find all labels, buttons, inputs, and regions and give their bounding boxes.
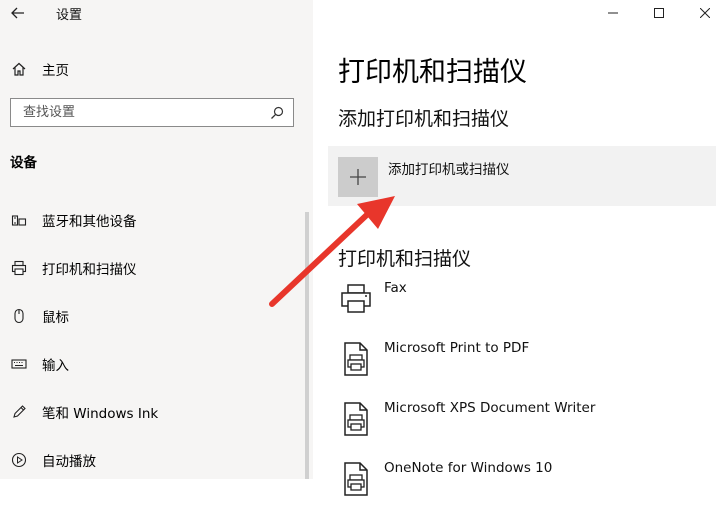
sidebar-item-mouse[interactable]: 鼠标 [0, 292, 313, 340]
pen-icon [10, 403, 28, 421]
document-printer-icon [338, 460, 374, 498]
printer-item-fax[interactable]: Fax [338, 276, 718, 336]
search-box [10, 98, 294, 127]
section-label-devices: 设备 [10, 155, 37, 171]
sidebar-item-typing[interactable]: 输入 [0, 340, 313, 388]
close-button[interactable] [682, 0, 728, 26]
maximize-icon [654, 8, 664, 18]
back-button[interactable] [6, 1, 30, 25]
printer-name: Microsoft Print to PDF [384, 340, 530, 356]
search-icon[interactable] [269, 105, 285, 121]
back-arrow-icon [11, 7, 24, 19]
sidebar-item-label: 打印机和扫描仪 [42, 262, 137, 278]
add-section-heading: 添加打印机和扫描仪 [338, 108, 510, 130]
plus-box [338, 157, 378, 197]
sidebar-nav: 蓝牙和其他设备 打印机和扫描仪 鼠标 输入 笔和 Windows Ink 自动播… [0, 196, 313, 479]
sidebar-item-printers[interactable]: 打印机和扫描仪 [0, 244, 313, 292]
app-title: 设置 [56, 8, 83, 23]
close-icon [700, 8, 710, 18]
home-label: 主页 [42, 63, 69, 79]
search-input[interactable] [21, 104, 269, 121]
sidebar-item-label: 自动播放 [42, 454, 96, 470]
mouse-icon [10, 307, 28, 325]
sidebar-item-bluetooth[interactable]: 蓝牙和其他设备 [0, 196, 313, 244]
sidebar-item-label: 输入 [42, 358, 69, 374]
home-icon [10, 60, 28, 78]
sidebar-home[interactable]: 主页 [0, 52, 313, 86]
fax-icon [338, 280, 374, 318]
plus-icon [350, 169, 366, 185]
page-title: 打印机和扫描仪 [338, 57, 527, 88]
main-panel: 打印机和扫描仪 添加打印机和扫描仪 添加打印机或扫描仪 打印机和扫描仪 Fax [313, 0, 728, 496]
printer-item-onenote[interactable]: OneNote for Windows 10 [338, 456, 718, 516]
sidebar-item-label: 鼠标 [42, 310, 69, 326]
printer-name: Microsoft XPS Document Writer [384, 400, 596, 416]
add-printer-button[interactable]: 添加打印机或扫描仪 [328, 146, 716, 206]
minimize-icon [608, 12, 618, 14]
sidebar-item-pen[interactable]: 笔和 Windows Ink [0, 388, 313, 436]
minimize-button[interactable] [590, 0, 636, 26]
printer-item-xps[interactable]: Microsoft XPS Document Writer [338, 396, 718, 456]
bluetooth-devices-icon [10, 211, 28, 229]
printer-name: Fax [384, 280, 407, 296]
document-printer-icon [338, 340, 374, 378]
sidebar-item-label: 笔和 Windows Ink [42, 406, 159, 422]
sidebar-item-label: 蓝牙和其他设备 [42, 214, 137, 230]
printer-name: OneNote for Windows 10 [384, 460, 553, 476]
sidebar: 设置 主页 设备 蓝牙和其他设备 [0, 0, 313, 479]
printer-icon [10, 259, 28, 277]
add-printer-label: 添加打印机或扫描仪 [388, 162, 510, 178]
sidebar-item-autoplay[interactable]: 自动播放 [0, 436, 313, 479]
maximize-button[interactable] [636, 0, 682, 26]
titlebar-left: 设置 [0, 0, 313, 28]
autoplay-icon [10, 451, 28, 469]
printers-list: Fax Microsoft Print to PDF Microsoft XPS… [338, 276, 718, 516]
printers-list-heading: 打印机和扫描仪 [338, 248, 472, 270]
printer-item-pdf[interactable]: Microsoft Print to PDF [338, 336, 718, 396]
document-printer-icon [338, 400, 374, 438]
sidebar-scrollbar[interactable] [305, 212, 309, 479]
keyboard-icon [10, 355, 28, 373]
window-controls [590, 0, 728, 28]
